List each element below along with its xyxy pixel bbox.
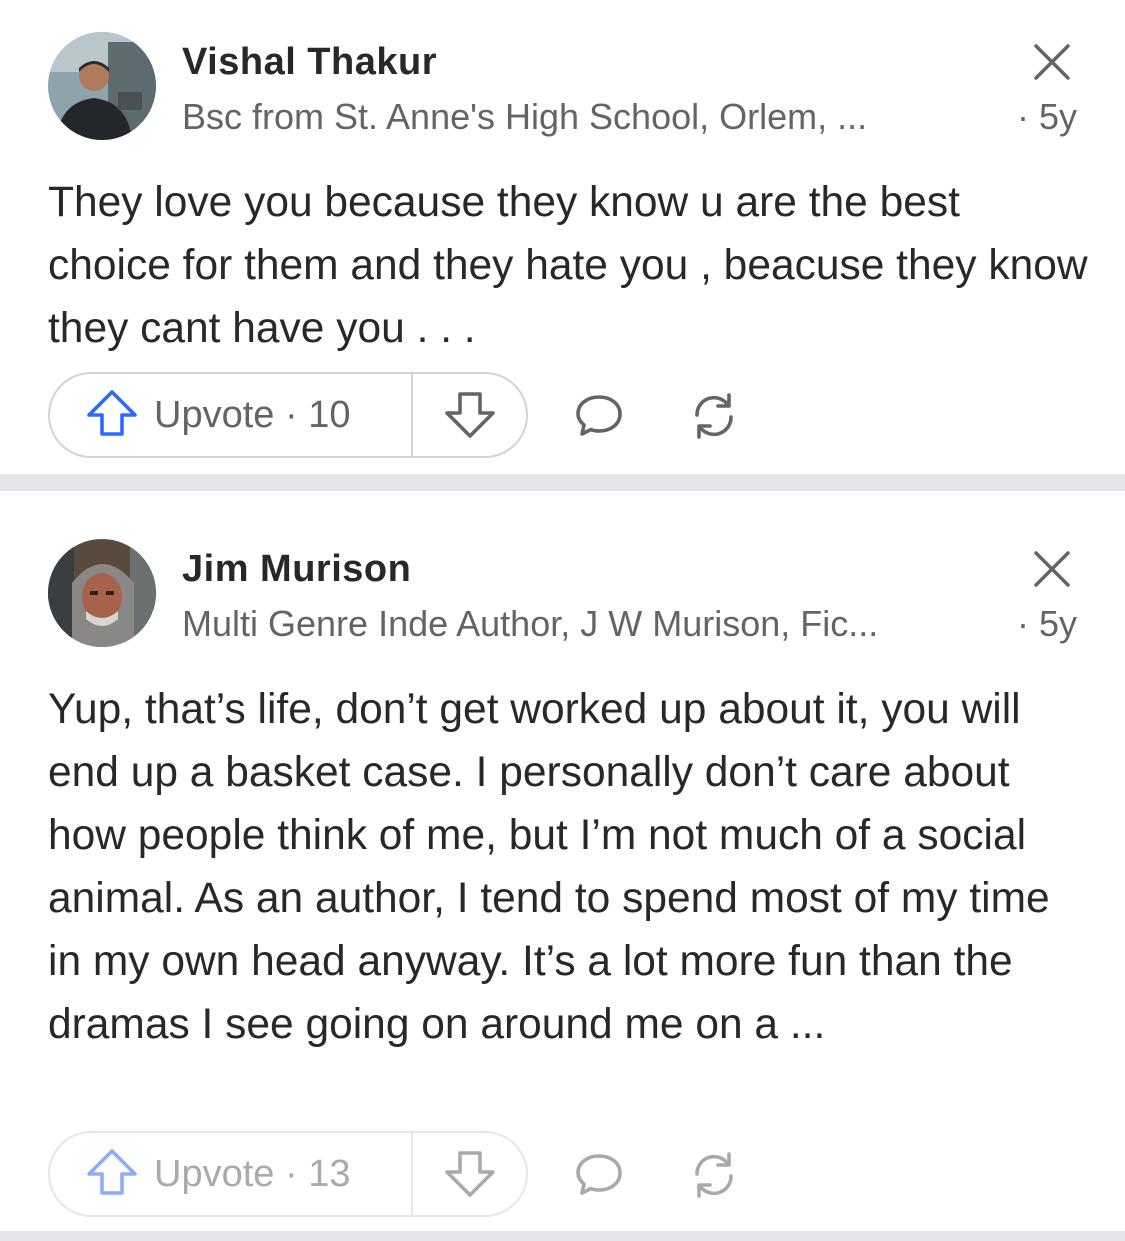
downvote-button[interactable] [413,1133,526,1215]
downvote-button[interactable] [413,374,526,456]
answer-body[interactable]: They love you because they know u are th… [48,171,1088,360]
vote-pill: Upvote · 10 [48,372,528,458]
author-credential-row: Bsc from St. Anne's High School, Orlem, … [182,96,1077,138]
upvote-arrow-icon [86,389,138,442]
upvote-label: Upvote · 10 [154,394,350,437]
answer-age[interactable]: 5y [1039,603,1077,645]
author-name[interactable]: Vishal Thakur [182,41,437,84]
avatar[interactable] [48,32,156,140]
vote-pill: Upvote · 13 [48,1131,528,1217]
answer-card: Jim Murison Multi Genre Inde Author, J W… [0,491,1125,1231]
upvote-count: 13 [308,1152,351,1195]
comment-icon[interactable] [574,391,624,441]
author-credential[interactable]: Multi Genre Inde Author, J W Murison, Fi… [182,603,1005,645]
upvote-dot: · [284,1152,298,1195]
card-divider [0,474,1125,491]
author-credential[interactable]: Bsc from St. Anne's High School, Orlem, … [182,96,1005,138]
upvote-text: Upvote [154,1152,275,1195]
author-name[interactable]: Jim Murison [182,548,411,591]
close-icon[interactable] [1032,42,1072,82]
answer-card: Vishal Thakur Bsc from St. Anne's High S… [0,0,1125,474]
answer-age[interactable]: 5y [1039,96,1077,138]
downvote-arrow-icon [444,392,495,438]
upvote-count: 10 [308,393,351,436]
downvote-arrow-icon [444,1151,495,1197]
upvote-dot: · [284,393,298,436]
answer-body[interactable]: Yup, that’s life, don’t get worked up ab… [48,678,1078,1056]
upvote-label: Upvote · 13 [154,1153,350,1196]
meta-separator: · [1016,603,1029,644]
card-divider [0,1231,1125,1241]
upvote-text: Upvote [154,393,275,436]
share-icon[interactable] [689,1150,739,1200]
upvote-arrow-icon [86,1148,138,1201]
comment-icon[interactable] [574,1150,624,1200]
meta-separator: · [1016,96,1029,137]
close-icon[interactable] [1032,549,1072,589]
upvote-button[interactable]: Upvote · 13 [50,1133,413,1215]
avatar[interactable] [48,539,156,647]
author-credential-row: Multi Genre Inde Author, J W Murison, Fi… [182,603,1077,645]
upvote-button[interactable]: Upvote · 10 [50,374,413,456]
share-icon[interactable] [689,391,739,441]
